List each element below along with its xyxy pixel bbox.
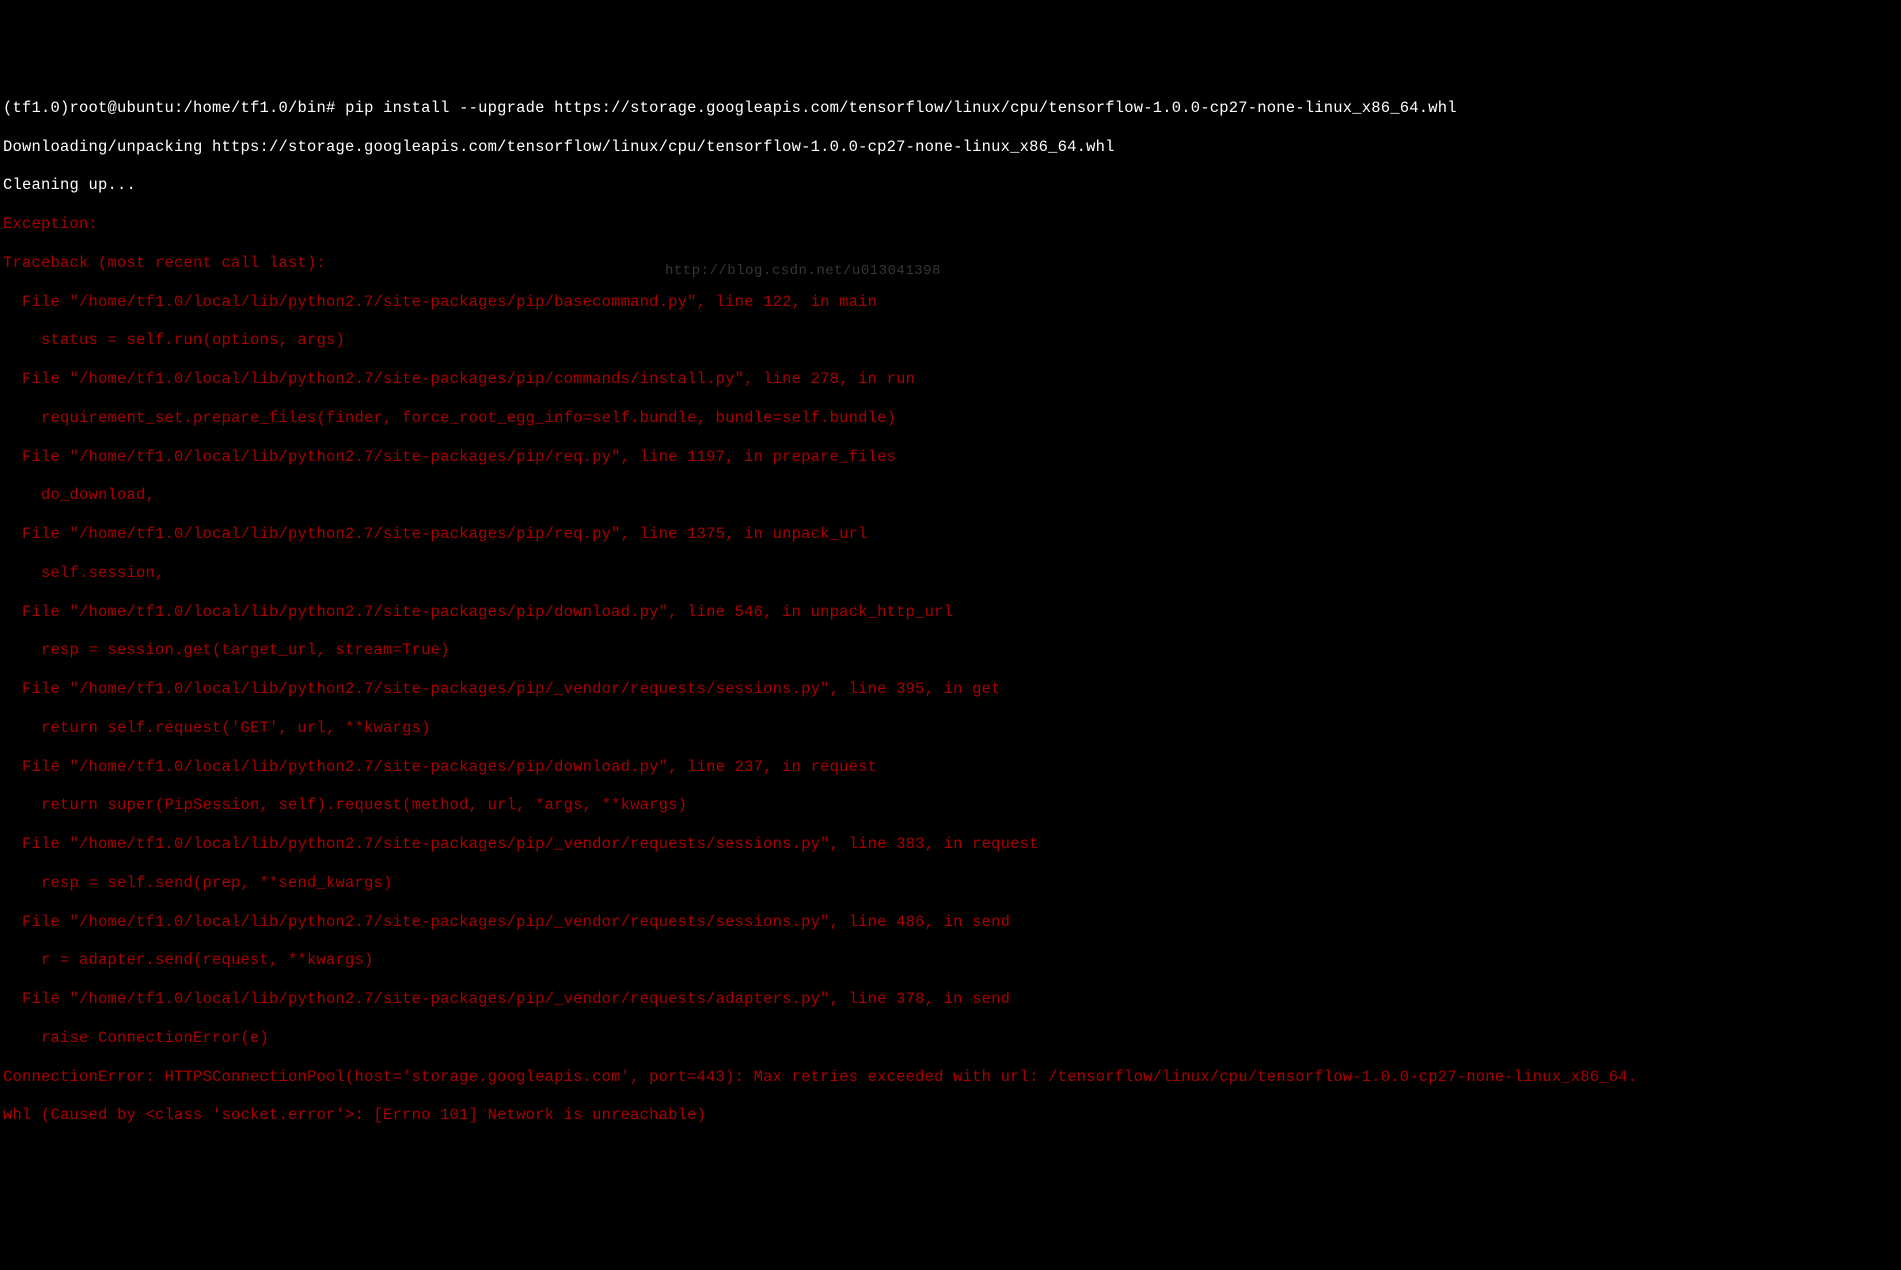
traceback-frame-file: File "/home/tf1.0/local/lib/python2.7/si… bbox=[3, 448, 1898, 467]
prompt-line[interactable]: (tf1.0)root@ubuntu:/home/tf1.0/bin# pip … bbox=[3, 99, 1898, 118]
traceback-frame-file: File "/home/tf1.0/local/lib/python2.7/si… bbox=[3, 680, 1898, 699]
terminal-output[interactable]: (tf1.0)root@ubuntu:/home/tf1.0/bin# pip … bbox=[3, 80, 1898, 1146]
traceback-frame-code: requirement_set.prepare_files(finder, fo… bbox=[3, 409, 1898, 428]
prompt-userhost: root@ubuntu:/home/tf1.0/bin# bbox=[70, 99, 336, 117]
command-text: pip install --upgrade https://storage.go… bbox=[345, 99, 1457, 117]
prompt-env: (tf1.0) bbox=[3, 99, 70, 117]
traceback-frame-file: File "/home/tf1.0/local/lib/python2.7/si… bbox=[3, 835, 1898, 854]
traceback-frame-file: File "/home/tf1.0/local/lib/python2.7/si… bbox=[3, 990, 1898, 1009]
traceback-frame-file: File "/home/tf1.0/local/lib/python2.7/si… bbox=[3, 913, 1898, 932]
traceback-frame-code: return self.request('GET', url, **kwargs… bbox=[3, 719, 1898, 738]
traceback-frame-code: return super(PipSession, self).request(m… bbox=[3, 796, 1898, 815]
traceback-frame-file: File "/home/tf1.0/local/lib/python2.7/si… bbox=[3, 293, 1898, 312]
connection-error-line2: whl (Caused by <class 'socket.error'>: [… bbox=[3, 1106, 1898, 1125]
traceback-header: Traceback (most recent call last): bbox=[3, 254, 1898, 273]
exception-label: Exception: bbox=[3, 215, 1898, 234]
traceback-frame-file: File "/home/tf1.0/local/lib/python2.7/si… bbox=[3, 603, 1898, 622]
traceback-frame-code: self.session, bbox=[3, 564, 1898, 583]
traceback-frame-file: File "/home/tf1.0/local/lib/python2.7/si… bbox=[3, 370, 1898, 389]
output-downloading: Downloading/unpacking https://storage.go… bbox=[3, 138, 1898, 157]
traceback-frame-file: File "/home/tf1.0/local/lib/python2.7/si… bbox=[3, 525, 1898, 544]
traceback-frame-code: raise ConnectionError(e) bbox=[3, 1029, 1898, 1048]
traceback-frame-code: status = self.run(options, args) bbox=[3, 331, 1898, 350]
traceback-frame-code: resp = self.send(prep, **send_kwargs) bbox=[3, 874, 1898, 893]
connection-error-line1: ConnectionError: HTTPSConnectionPool(hos… bbox=[3, 1068, 1898, 1087]
traceback-frame-code: r = adapter.send(request, **kwargs) bbox=[3, 951, 1898, 970]
traceback-frame-code: resp = session.get(target_url, stream=Tr… bbox=[3, 641, 1898, 660]
traceback-frame-code: do_download, bbox=[3, 486, 1898, 505]
output-cleaning: Cleaning up... bbox=[3, 176, 1898, 195]
traceback-frame-file: File "/home/tf1.0/local/lib/python2.7/si… bbox=[3, 758, 1898, 777]
